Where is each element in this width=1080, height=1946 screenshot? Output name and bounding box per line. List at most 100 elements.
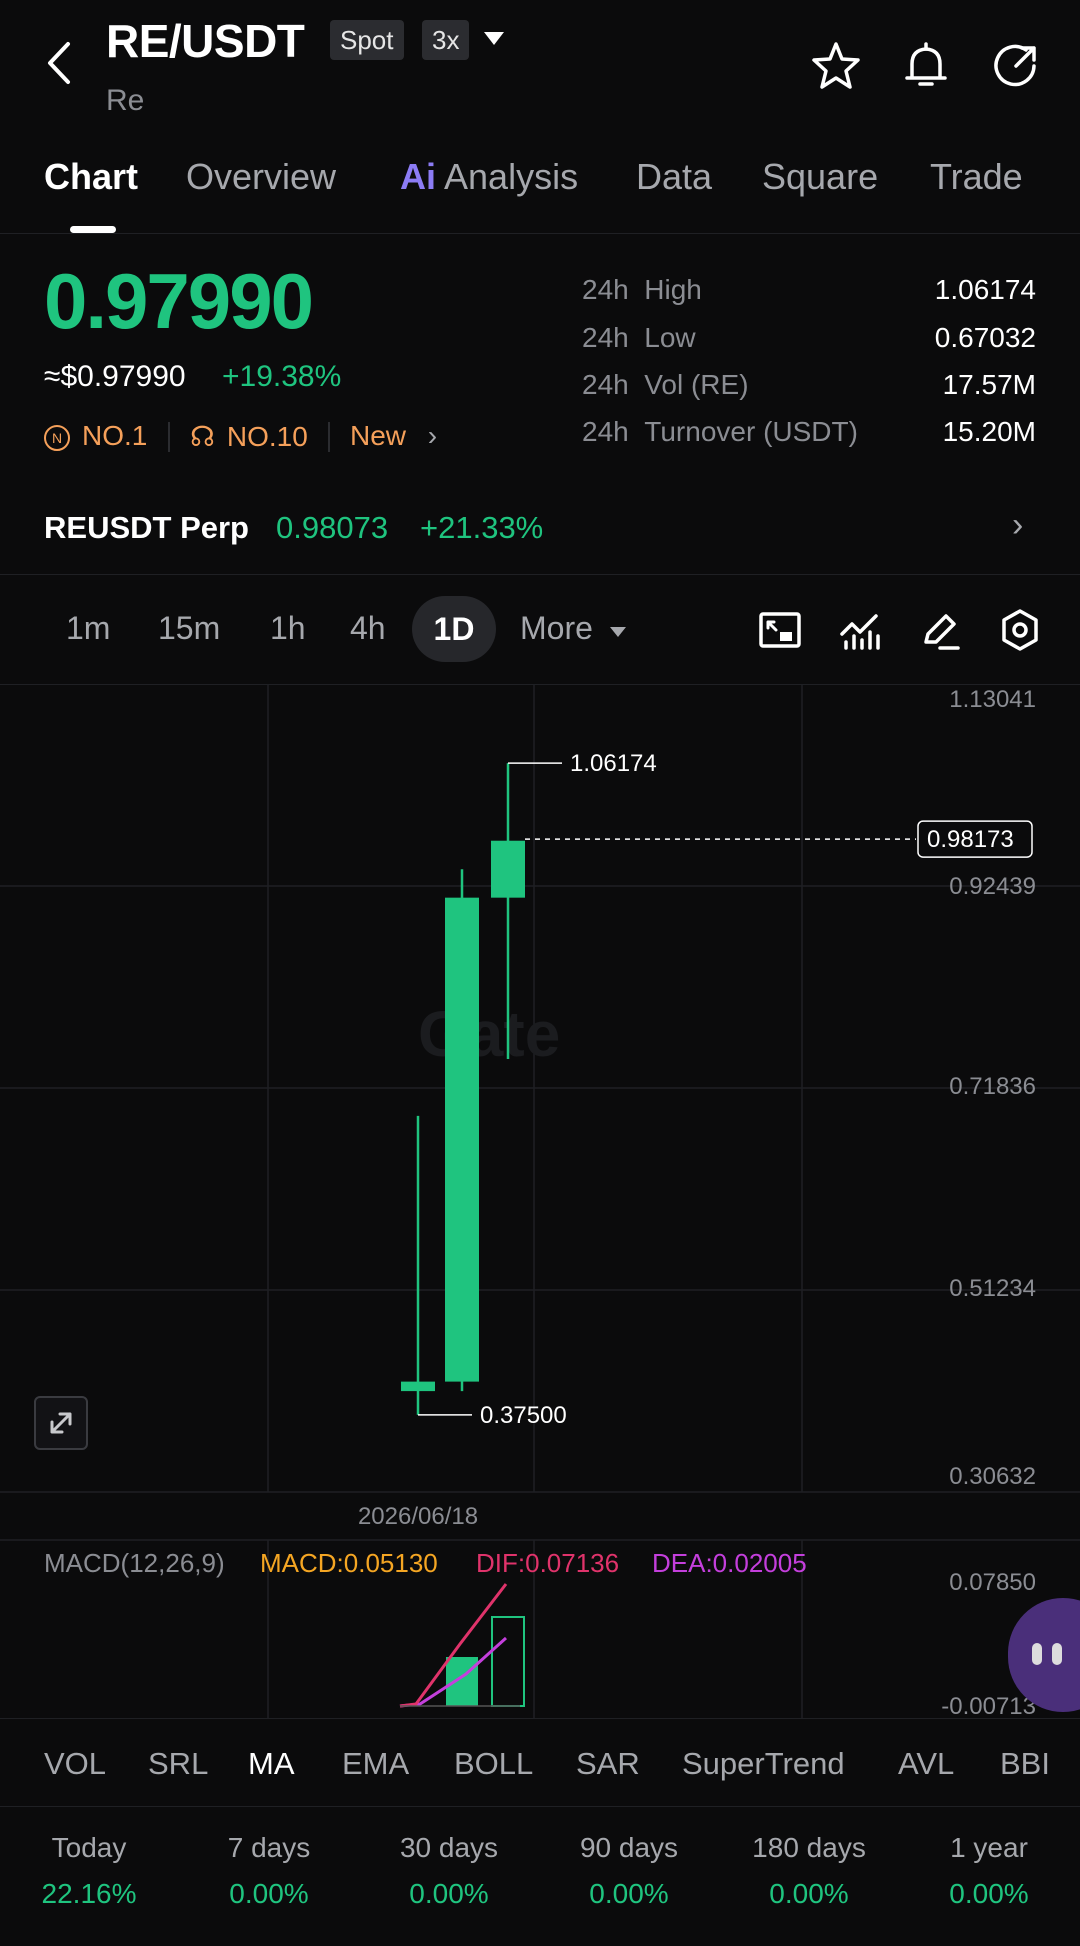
chevron-left-icon xyxy=(48,42,70,84)
divider xyxy=(168,422,170,452)
last-price-tag: 0.98173 xyxy=(927,826,1014,853)
y-tick-label: 1.13041 xyxy=(949,686,1036,713)
share-icon[interactable] xyxy=(986,36,1046,96)
y-tick-label: 0.92439 xyxy=(949,873,1036,900)
divider xyxy=(328,422,330,452)
spot-tag: Spot xyxy=(330,20,404,60)
chevron-right-icon: › xyxy=(427,420,438,451)
candle-body xyxy=(445,897,479,1382)
candle-body xyxy=(401,1381,435,1392)
stat-turnover-value: 15.20M xyxy=(942,416,1036,447)
fullscreen-chart-icon[interactable] xyxy=(756,606,804,654)
draw-pencil-icon[interactable] xyxy=(916,606,964,654)
indicator-srl[interactable]: SRL xyxy=(148,1746,208,1782)
chevron-right-icon: › xyxy=(1012,506,1024,544)
tab-analysis[interactable]: Ai Analysis xyxy=(400,156,578,198)
tab-overview[interactable]: Overview xyxy=(186,156,336,198)
divider xyxy=(0,233,1080,234)
stat-low-label: 24h Low xyxy=(582,322,696,353)
n-badge-icon: N xyxy=(44,424,70,451)
y-tick-label: 0.51234 xyxy=(949,1275,1036,1302)
candle-body xyxy=(491,840,525,898)
stat-turnover-label: 24h Turnover (USDT) xyxy=(582,416,858,447)
last-price: 0.97990 xyxy=(44,257,314,345)
perf-value: 22.16% xyxy=(41,1878,137,1909)
expand-arrows-icon xyxy=(50,1412,72,1434)
leverage-tag[interactable]: 3x xyxy=(422,20,470,60)
eye-icon xyxy=(1032,1643,1042,1665)
perf-label: 7 days xyxy=(227,1832,311,1863)
interval-4h[interactable]: 4h xyxy=(350,610,386,647)
rank-badge-new[interactable]: New › xyxy=(350,420,437,452)
macd-bar xyxy=(491,1616,525,1707)
rank-1-label: NO.1 xyxy=(82,420,148,451)
pair-title: RE/USDT xyxy=(106,15,305,67)
price-change: +19.38% xyxy=(222,360,342,393)
interval-1h[interactable]: 1h xyxy=(270,610,306,647)
perf-label: 1 year xyxy=(950,1832,1028,1863)
ai-badge: Ai xyxy=(400,156,436,197)
macd-bar xyxy=(446,1657,478,1706)
candles xyxy=(401,763,525,1415)
indicator-bbi[interactable]: BBI xyxy=(1000,1746,1050,1782)
divider xyxy=(0,574,1080,575)
chart-settings-icon[interactable] xyxy=(996,606,1044,654)
indicator-vol[interactable]: VOL xyxy=(44,1746,106,1782)
date-label: 2026/06/18 xyxy=(358,1503,478,1530)
y-axis: 1.13041 0.92439 0.71836 0.51234 0.30632 xyxy=(949,686,1036,1490)
rank-badge-new-listing[interactable]: N NO.1 xyxy=(44,420,147,452)
usd-price: ≈$0.97990 xyxy=(44,360,186,393)
stat-low-value: 0.67032 xyxy=(934,322,1036,353)
interval-1d[interactable]: 1D xyxy=(412,596,496,662)
favorite-star-icon[interactable] xyxy=(806,36,866,96)
y-tick-label: 0.71836 xyxy=(949,1073,1036,1100)
perp-name: REUSDT Perp xyxy=(44,510,249,545)
indicator-avl[interactable]: AVL xyxy=(898,1746,954,1782)
macd-value: MACD:0.05130 xyxy=(260,1548,438,1578)
dif-value: DIF:0.07136 xyxy=(476,1548,620,1578)
interval-more-label: More xyxy=(520,610,593,646)
perf-label: 30 days xyxy=(399,1832,499,1863)
perf-label: Today xyxy=(51,1832,127,1863)
macd-chart: 0.07850 -0.00713 xyxy=(399,1569,1036,1718)
new-label: New xyxy=(350,420,407,451)
interval-1m[interactable]: 1m xyxy=(66,610,110,647)
indicator-ema[interactable]: EMA xyxy=(342,1746,409,1782)
perp-change: +21.33% xyxy=(420,510,544,545)
perp-price: 0.98073 xyxy=(276,510,389,545)
tab-analysis-label: Analysis xyxy=(444,156,579,197)
rank-badge-hot[interactable]: ☊ NO.10 xyxy=(190,420,308,453)
indicator-boll[interactable]: BOLL xyxy=(454,1746,533,1782)
active-tab-indicator xyxy=(70,226,116,233)
divider xyxy=(0,1718,1080,1719)
indicator-supertrend[interactable]: SuperTrend xyxy=(682,1746,845,1782)
tab-square[interactable]: Square xyxy=(762,156,878,198)
bell-icon[interactable] xyxy=(896,36,956,96)
token-name: Re xyxy=(106,84,145,117)
tab-data[interactable]: Data xyxy=(636,156,712,198)
indicator-sar[interactable]: SAR xyxy=(576,1746,640,1782)
low-label: 0.37500 xyxy=(480,1402,567,1429)
divider xyxy=(0,1806,1080,1807)
perf-label: 90 days xyxy=(579,1832,679,1863)
stat-high-label: 24h High xyxy=(582,274,702,305)
high-label: 1.06174 xyxy=(570,750,657,777)
rank-10-label: NO.10 xyxy=(226,421,308,452)
macd-y-bottom: -0.00713 xyxy=(941,1693,1036,1718)
caret-down-icon[interactable] xyxy=(482,30,506,53)
indicator-chart-icon[interactable] xyxy=(836,606,884,654)
back-button[interactable] xyxy=(40,38,80,88)
indicator-ma[interactable]: MA xyxy=(248,1746,295,1782)
stat-vol-label: 24h Vol (RE) xyxy=(582,369,749,400)
perf-value: 0.00% xyxy=(409,1878,489,1909)
y-tick-label: 0.30632 xyxy=(949,1463,1036,1490)
expand-chart-button[interactable] xyxy=(34,1396,88,1450)
tab-trade[interactable]: Trade xyxy=(930,156,1023,198)
caret-down-icon xyxy=(609,627,626,637)
perf-value: 0.00% xyxy=(589,1878,669,1909)
dea-value: DEA:0.02005 xyxy=(652,1548,807,1578)
tab-chart[interactable]: Chart xyxy=(44,156,138,198)
interval-15m[interactable]: 15m xyxy=(158,610,220,647)
stat-vol-value: 17.57M xyxy=(942,369,1036,400)
interval-more[interactable]: More xyxy=(520,610,628,647)
